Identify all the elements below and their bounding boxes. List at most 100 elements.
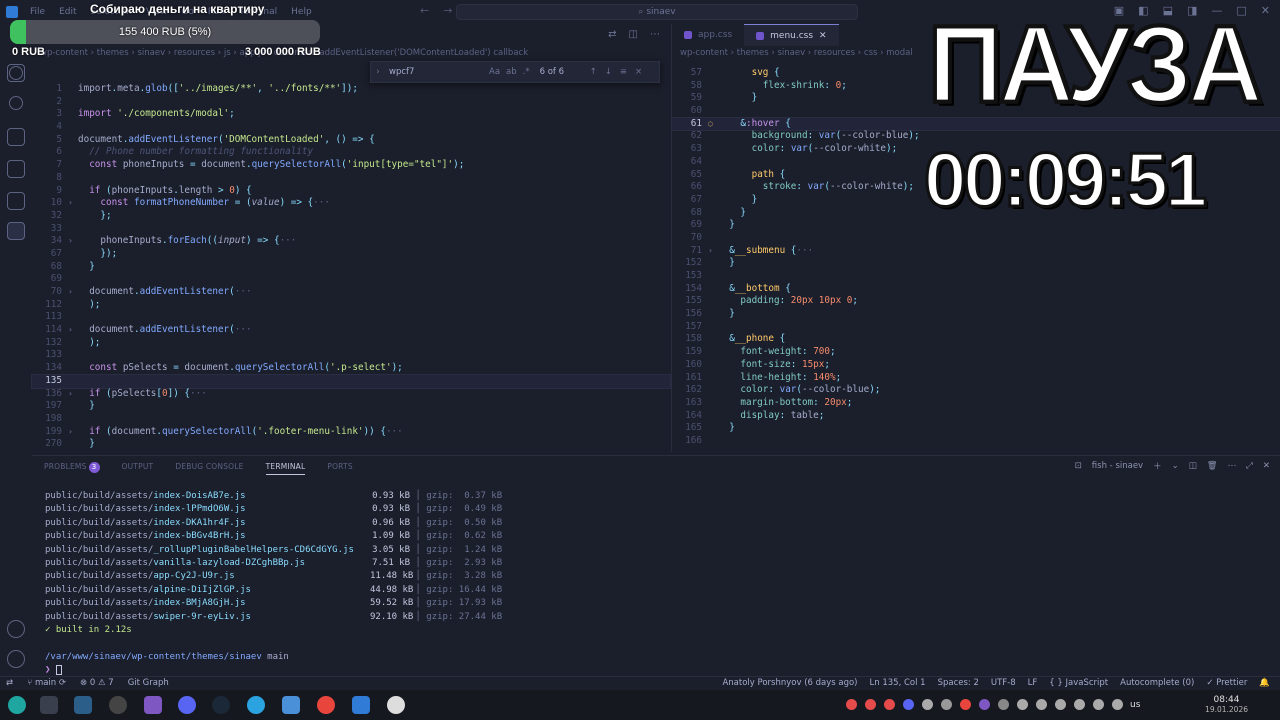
tray-obs-icon[interactable] (998, 699, 1009, 710)
close-panel-icon[interactable]: ✕ (1263, 461, 1270, 471)
steam-icon[interactable] (212, 696, 230, 714)
clock-time: 08:44 (1213, 695, 1240, 705)
clock[interactable]: 08:44 19.01.2026 (1205, 695, 1248, 715)
extensions-icon[interactable] (7, 160, 25, 178)
proton-vpn-icon[interactable] (144, 696, 162, 714)
command-center-search[interactable]: ⌕ sinaev (456, 4, 858, 20)
find-input[interactable]: wpcf7 (389, 67, 489, 77)
tray-audio-icon[interactable] (922, 699, 933, 710)
language-mode[interactable]: { } JavaScript (1049, 678, 1108, 688)
discord-icon[interactable] (178, 696, 196, 714)
new-terminal-icon[interactable]: ＋ (1153, 460, 1162, 472)
tab-menu-css[interactable]: menu.css ✕ (744, 24, 839, 47)
split-editor-icon[interactable]: ◫ (629, 29, 638, 40)
breadcrumb[interactable]: wp-content › themes › sinaev › resources… (680, 48, 913, 58)
nav-back-button[interactable]: ← (420, 4, 429, 17)
build-size: 3.05 kB (372, 544, 410, 555)
tab-output[interactable]: OUTPUT (122, 462, 154, 475)
cursor-position[interactable]: Ln 135, Col 1 (870, 678, 926, 688)
tray-discord-icon[interactable] (903, 699, 914, 710)
donation-title: Собираю деньги на квартиру (90, 2, 265, 16)
tray-chrome-icon[interactable] (960, 699, 971, 710)
alien-app-icon[interactable] (387, 696, 405, 714)
build-size: 0.93 kB (372, 504, 410, 515)
tray-media-icon[interactable] (1074, 699, 1085, 710)
close-find-button[interactable]: × (635, 67, 642, 77)
regex-toggle[interactable]: .* (523, 67, 530, 77)
tray-steam-icon[interactable] (1017, 699, 1028, 710)
start-menu-icon[interactable] (8, 696, 26, 714)
telegram-icon[interactable] (247, 696, 265, 714)
more-actions-icon[interactable]: ⋯ (650, 29, 660, 40)
settings-gear-icon[interactable] (7, 650, 25, 668)
tray-record-icon-2[interactable] (884, 699, 895, 710)
tray-clipboard-icon[interactable] (1055, 699, 1066, 710)
file-manager-icon[interactable] (282, 696, 300, 714)
tray-record-icon[interactable] (865, 699, 876, 710)
chrome-icon[interactable] (317, 696, 335, 714)
tray-proton-icon[interactable] (979, 699, 990, 710)
tray-app-icon[interactable] (846, 699, 857, 710)
match-case-toggle[interactable]: Aa (489, 67, 500, 77)
next-match-button[interactable]: ↓ (605, 67, 612, 77)
terminal-dropdown-icon[interactable]: ⌄ (1172, 461, 1179, 471)
autocomplete-status[interactable]: Autocomplete (0) (1120, 678, 1194, 688)
branch-indicator[interactable]: ⑂ main ⟳ (27, 678, 66, 688)
menu-help[interactable]: Help (291, 7, 312, 17)
tab-terminal[interactable]: TERMINAL (265, 462, 306, 475)
kill-terminal-icon[interactable]: 🗑 (1207, 461, 1218, 471)
source-control-icon[interactable] (9, 96, 23, 110)
end-of-line[interactable]: LF (1028, 678, 1038, 688)
compare-icon[interactable]: ⇄ (608, 29, 616, 40)
run-debug-icon[interactable] (7, 128, 25, 146)
git-graph-button[interactable]: Git Graph (128, 678, 169, 688)
remote-icon[interactable]: ⇄ (6, 678, 13, 688)
build-size: 0.93 kB (372, 491, 410, 501)
desktop-pager-icon[interactable] (40, 696, 58, 714)
toggle-replace-icon[interactable]: › (371, 67, 385, 77)
whole-word-toggle[interactable]: ab (506, 67, 517, 77)
find-in-selection-button[interactable]: ≡ (620, 67, 627, 77)
nav-forward-button[interactable]: → (443, 4, 452, 17)
vscode-taskbar-icon[interactable] (352, 696, 370, 714)
column-separator: │ (410, 571, 427, 582)
tray-bluetooth-icon[interactable] (941, 699, 952, 710)
testing-icon[interactable] (7, 192, 25, 210)
previous-match-button[interactable]: ↑ (590, 67, 597, 77)
build-size: 7.51 kB (372, 557, 410, 568)
tab-debug-console[interactable]: DEBUG CONSOLE (175, 462, 243, 475)
menu-file[interactable]: File (30, 7, 45, 17)
column-separator: │ (410, 531, 427, 542)
tray-volume-icon[interactable] (1093, 699, 1104, 710)
tab-app-css[interactable]: app.css (672, 24, 744, 46)
tab-problems[interactable]: PROBLEMS 3 (44, 462, 100, 475)
terminal-output[interactable]: public/build/assets/index-DoisAB7e.js 0.9… (45, 490, 502, 677)
git-blame[interactable]: Anatoly Porshnyov (6 days ago) (722, 678, 857, 688)
problems-indicator[interactable]: ⊗ 0 ⚠ 7 (80, 678, 114, 688)
menu-edit[interactable]: Edit (59, 7, 76, 17)
indentation[interactable]: Spaces: 2 (938, 678, 979, 688)
terminal-name[interactable]: fish - sinaev (1092, 461, 1143, 471)
build-dir: public/build/assets/ (45, 557, 154, 568)
tab-ports[interactable]: PORTS (327, 462, 352, 475)
close-icon[interactable]: ✕ (1261, 4, 1270, 17)
bottom-panel: PROBLEMS 3 OUTPUT DEBUG CONSOLE TERMINAL … (32, 455, 1280, 676)
music-app-icon[interactable] (109, 696, 127, 714)
account-icon[interactable] (7, 620, 25, 638)
notifications-icon[interactable]: 🔔 (1259, 678, 1270, 688)
keyboard-layout[interactable]: us (1130, 700, 1140, 710)
encoding[interactable]: UTF-8 (991, 678, 1016, 688)
prettier-status[interactable]: ✓ Prettier (1206, 678, 1247, 688)
build-file: app-Cy2J-U9r.js (153, 571, 235, 582)
tray-network-icon[interactable] (1112, 699, 1123, 710)
maximize-panel-icon[interactable]: ⤢ (1246, 461, 1253, 471)
pause-overlay-timer: 00:09:51 (923, 137, 1209, 225)
search-view-icon[interactable] (9, 66, 23, 80)
close-tab-icon[interactable]: ✕ (819, 25, 827, 47)
code-editor-left[interactable]: 1 import.meta.glob(['../images/**', '../f… (31, 83, 671, 451)
terminal-app-icon[interactable] (74, 696, 92, 714)
tray-telegram-icon[interactable] (1036, 699, 1047, 710)
split-terminal-icon[interactable]: ◫ (1189, 461, 1197, 471)
more-icon[interactable]: ⋯ (1228, 461, 1237, 471)
remote-explorer-icon[interactable] (7, 222, 25, 240)
